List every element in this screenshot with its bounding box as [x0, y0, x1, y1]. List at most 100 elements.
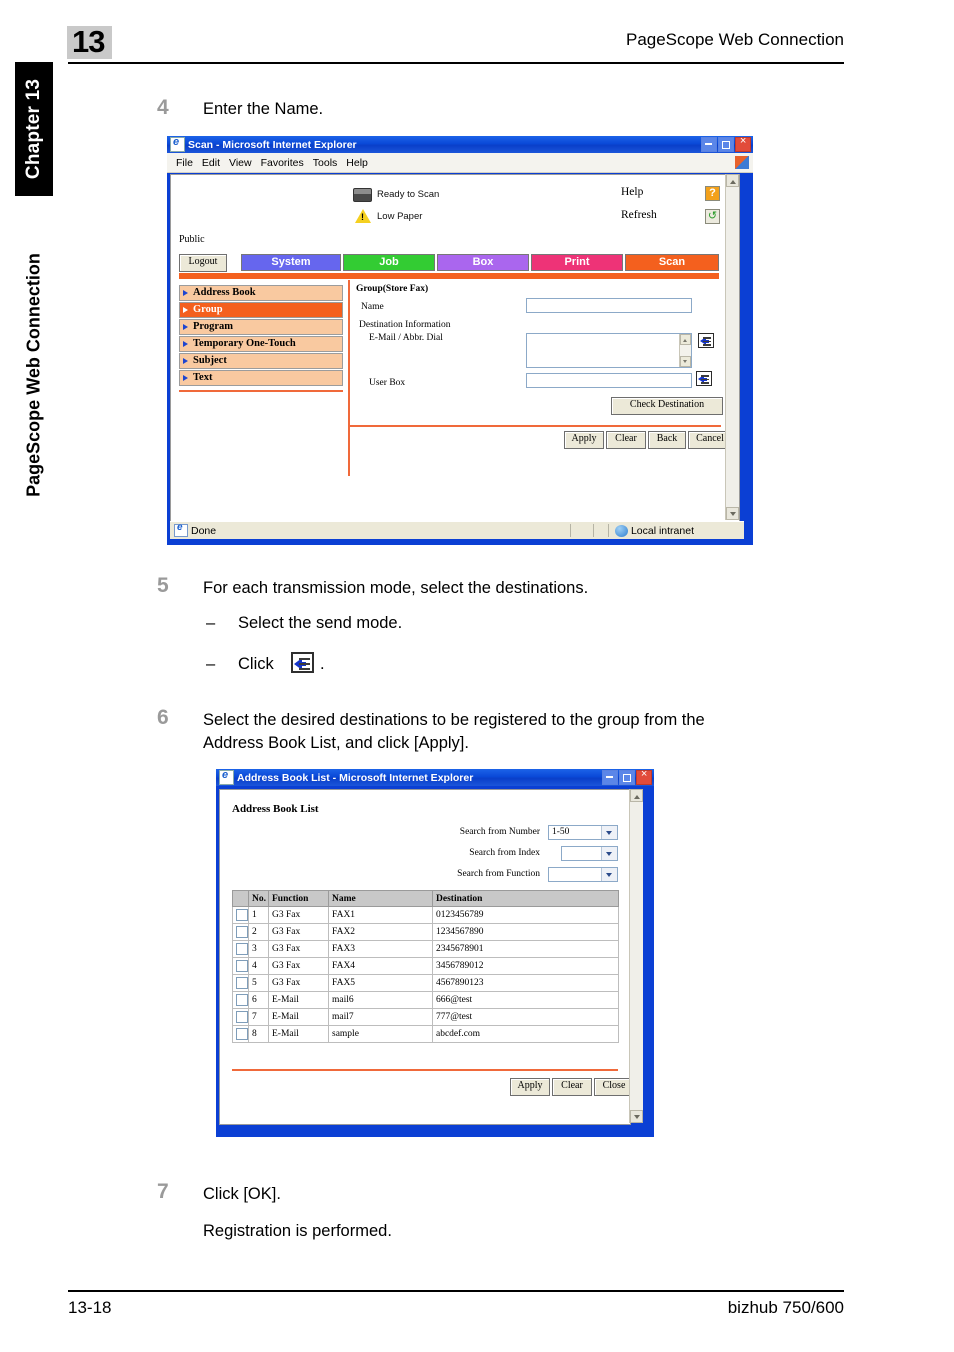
sidebar-bottom-rule [179, 390, 343, 392]
search-from-index-select[interactable] [561, 846, 618, 861]
chevron-down-icon[interactable] [601, 826, 617, 839]
scan-window-titlebar: Scan - Microsoft Internet Explorer [167, 135, 753, 153]
menu-view[interactable]: View [229, 157, 252, 169]
row-checkbox[interactable] [236, 943, 248, 955]
row-checkbox-cell[interactable] [232, 957, 249, 975]
cell-destination: 0123456789 [432, 906, 619, 924]
sidebar-item-temporary-one-touch[interactable]: Temporary One-Touch [179, 336, 343, 352]
help-link[interactable]: Help [621, 186, 643, 198]
email-textarea[interactable] [526, 333, 692, 368]
row-checkbox[interactable] [236, 1028, 248, 1040]
tab-scan[interactable]: Scan [625, 254, 719, 271]
menu-help[interactable]: Help [346, 157, 368, 169]
table-row[interactable]: 1 G3 Fax FAX1 0123456789 [232, 906, 619, 924]
sidebar-item-label: Text [193, 372, 213, 383]
back-button[interactable]: Back [648, 431, 686, 449]
cell-function: G3 Fax [268, 923, 329, 941]
minimize-button[interactable] [701, 137, 717, 152]
table-row[interactable]: 8 E-Mail sample abcdef.com [232, 1025, 619, 1043]
refresh-link[interactable]: Refresh [621, 209, 657, 221]
row-checkbox-cell[interactable] [232, 940, 249, 958]
scan-menubar[interactable]: File Edit View Favorites Tools Help [167, 153, 753, 173]
cell-name: FAX2 [328, 923, 433, 941]
sidebar-item-subject[interactable]: Subject [179, 353, 343, 369]
user-box-input[interactable] [526, 373, 692, 388]
tab-system[interactable]: System [241, 254, 341, 271]
sidebar-item-group[interactable]: Group [179, 302, 343, 318]
logout-button[interactable]: Logout [179, 254, 227, 272]
table-row[interactable]: 4 G3 Fax FAX4 3456789012 [232, 957, 619, 975]
tab-print[interactable]: Print [531, 254, 623, 271]
check-destination-button[interactable]: Check Destination [611, 397, 723, 415]
maximize-button[interactable] [619, 770, 635, 785]
close-button[interactable] [735, 135, 751, 152]
user-box-picker-icon[interactable] [696, 371, 712, 386]
table-row[interactable]: 5 G3 Fax FAX5 4567890123 [232, 974, 619, 992]
scroll-down-arrow-icon[interactable] [630, 1110, 643, 1123]
minimize-button[interactable] [602, 770, 618, 785]
scroll-up-arrow-icon[interactable] [630, 789, 643, 802]
step-6-number: 6 [157, 706, 169, 729]
table-row[interactable]: 3 G3 Fax FAX3 2345678901 [232, 940, 619, 958]
row-checkbox-cell[interactable] [232, 1008, 249, 1026]
row-checkbox-cell[interactable] [232, 906, 249, 924]
tab-box[interactable]: Box [437, 254, 529, 271]
textarea-scrollbar[interactable] [679, 334, 691, 367]
menu-file[interactable]: File [176, 157, 193, 169]
chevron-down-icon[interactable] [601, 847, 617, 860]
abl-close-button[interactable]: Close [594, 1078, 630, 1096]
statusbar-ie-icon [174, 522, 188, 537]
table-row[interactable]: 2 G3 Fax FAX2 1234567890 [232, 923, 619, 941]
step-5-text: For each transmission mode, select the d… [203, 579, 589, 597]
abl-window-controls[interactable] [602, 768, 654, 785]
search-from-function-select[interactable] [548, 867, 618, 882]
scroll-down-arrow-icon[interactable] [726, 507, 739, 520]
row-checkbox[interactable] [236, 960, 248, 972]
row-checkbox[interactable] [236, 994, 248, 1006]
chevron-down-icon[interactable] [601, 868, 617, 881]
menu-tools[interactable]: Tools [313, 157, 338, 169]
abl-apply-button[interactable]: Apply [510, 1078, 550, 1096]
row-checkbox[interactable] [236, 926, 248, 938]
scroll-up-arrow-icon[interactable] [726, 174, 739, 187]
step-7-text: Click [OK]. [203, 1185, 281, 1203]
row-checkbox[interactable] [236, 977, 248, 989]
statusbar-text: Done [191, 524, 217, 537]
search-from-number-select[interactable]: 1-50 [548, 825, 618, 840]
scan-window-controls[interactable] [701, 135, 753, 152]
address-book-picker-icon[interactable] [698, 333, 714, 348]
scroll-up-arrow-icon[interactable] [680, 334, 691, 345]
help-icon[interactable]: ? [705, 186, 720, 201]
sidebar-item-address-book[interactable]: Address Book [179, 285, 343, 301]
name-input[interactable] [526, 298, 692, 313]
cell-destination: 1234567890 [432, 923, 619, 941]
scroll-down-arrow-icon[interactable] [680, 356, 691, 367]
scan-page-scrollbar[interactable] [725, 174, 739, 520]
row-checkbox-cell[interactable] [232, 923, 249, 941]
row-checkbox-cell[interactable] [232, 1025, 249, 1043]
table-row[interactable]: 7 E-Mail mail7 777@test [232, 1008, 619, 1026]
abl-clear-button[interactable]: Clear [552, 1078, 592, 1096]
sidebar-item-text[interactable]: Text [179, 370, 343, 386]
cell-name: mail6 [328, 991, 433, 1009]
table-row[interactable]: 6 E-Mail mail6 666@test [232, 991, 619, 1009]
refresh-icon[interactable]: ↺ [705, 209, 720, 224]
step-4-text: Enter the Name. [203, 100, 324, 118]
step-5-bullet-1-text: Select the send mode. [238, 614, 403, 632]
menu-edit[interactable]: Edit [202, 157, 220, 169]
row-checkbox[interactable] [236, 1011, 248, 1023]
cell-function: E-Mail [268, 1008, 329, 1026]
maximize-button[interactable] [718, 137, 734, 152]
sidebar-item-program[interactable]: Program [179, 319, 343, 335]
apply-button[interactable]: Apply [564, 431, 604, 449]
abl-page-scrollbar[interactable] [629, 789, 643, 1123]
clear-button[interactable]: Clear [606, 431, 646, 449]
row-checkbox[interactable] [236, 909, 248, 921]
close-button[interactable] [636, 768, 652, 785]
cell-destination: 4567890123 [432, 974, 619, 992]
tab-job[interactable]: Job [343, 254, 435, 271]
menu-favorites[interactable]: Favorites [261, 157, 304, 169]
step-6-text-line-2: Address Book List, and click [Apply]. [203, 734, 469, 752]
row-checkbox-cell[interactable] [232, 974, 249, 992]
row-checkbox-cell[interactable] [232, 991, 249, 1009]
